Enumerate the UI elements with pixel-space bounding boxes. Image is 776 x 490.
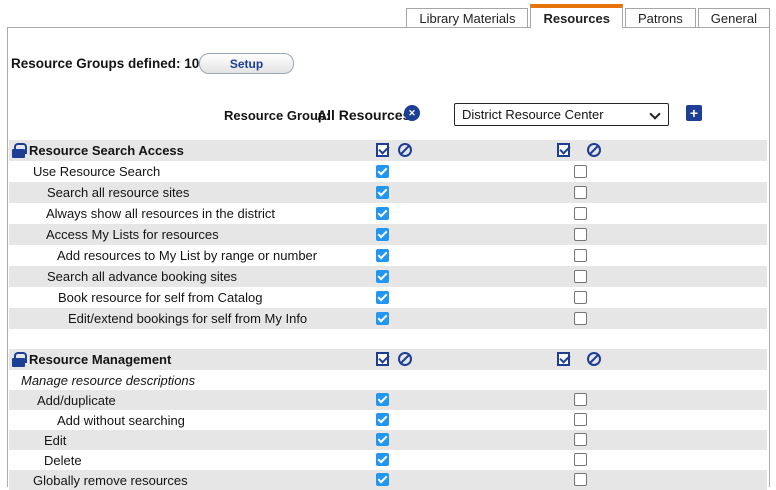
select-none-icon[interactable] bbox=[587, 352, 601, 366]
permission-label: Use Resource Search bbox=[33, 164, 160, 179]
permission-label: Delete bbox=[44, 453, 82, 468]
district-resource-center-checkbox[interactable] bbox=[574, 291, 587, 304]
all-resources-checkbox[interactable] bbox=[376, 413, 389, 426]
permission-row: Edit/extend bookings for self from My In… bbox=[9, 308, 767, 329]
permission-row: Use Resource Search bbox=[9, 161, 767, 182]
resource-group-dropdown[interactable]: District Resource Center bbox=[454, 103, 669, 126]
district-resource-center-checkbox[interactable] bbox=[574, 165, 587, 178]
section-header: Resource Search Access bbox=[9, 140, 767, 161]
lock-icon bbox=[12, 352, 25, 367]
permission-row: Add without searching bbox=[9, 410, 767, 430]
all-resources-checkbox[interactable] bbox=[376, 186, 389, 199]
section-title: Resource Search Access bbox=[29, 143, 184, 158]
tab-general[interactable]: General bbox=[698, 8, 770, 27]
all-resources-checkbox[interactable] bbox=[376, 312, 389, 325]
resource-group-label: Resource Group: bbox=[224, 108, 330, 123]
all-resources-checkbox[interactable] bbox=[376, 433, 389, 446]
district-resource-center-checkbox[interactable] bbox=[574, 207, 587, 220]
lock-icon bbox=[12, 143, 25, 158]
plus-button[interactable]: + bbox=[686, 105, 702, 121]
select-all-icon[interactable] bbox=[557, 352, 570, 366]
district-resource-center-checkbox[interactable] bbox=[574, 413, 587, 426]
setup-button[interactable]: Setup bbox=[199, 53, 294, 74]
resource-groups-defined-text: Resource Groups defined: bbox=[11, 56, 181, 71]
select-all-icon[interactable] bbox=[376, 352, 389, 366]
permission-label: Edit/extend bookings for self from My In… bbox=[68, 311, 307, 326]
select-all-icon[interactable] bbox=[557, 143, 570, 157]
permissions-section: Resource Management Manage resource descr… bbox=[9, 349, 767, 490]
permission-label: Manage resource descriptions bbox=[21, 373, 195, 388]
all-resources-checkbox[interactable] bbox=[376, 249, 389, 262]
permission-row: Add/duplicate bbox=[9, 390, 767, 410]
remove-circle-icon[interactable]: ✕ bbox=[404, 105, 420, 121]
select-none-icon[interactable] bbox=[398, 352, 412, 366]
permission-row: Search all resource sites bbox=[9, 182, 767, 203]
permission-row: Edit bbox=[9, 430, 767, 450]
all-resources-checkbox[interactable] bbox=[376, 165, 389, 178]
district-resource-center-checkbox[interactable] bbox=[574, 473, 587, 486]
permission-row: Globally remove resources bbox=[9, 470, 767, 490]
district-resource-center-checkbox[interactable] bbox=[574, 228, 587, 241]
district-resource-center-checkbox[interactable] bbox=[574, 249, 587, 262]
section-header: Resource Management bbox=[9, 349, 767, 370]
all-resources-checkbox[interactable] bbox=[376, 473, 389, 486]
permission-row: Manage resource descriptions bbox=[9, 370, 767, 390]
district-resource-center-checkbox[interactable] bbox=[574, 186, 587, 199]
permissions-section: Resource Search Access Use Resource Searc… bbox=[9, 140, 767, 329]
permission-label: Always show all resources in the distric… bbox=[46, 206, 275, 221]
permission-row: Always show all resources in the distric… bbox=[9, 203, 767, 224]
select-none-icon[interactable] bbox=[587, 143, 601, 157]
permission-label: Search all advance booking sites bbox=[47, 269, 237, 284]
all-resources-checkbox[interactable] bbox=[376, 393, 389, 406]
all-resources-checkbox[interactable] bbox=[376, 453, 389, 466]
permission-label: Search all resource sites bbox=[47, 185, 189, 200]
district-resource-center-checkbox[interactable] bbox=[574, 270, 587, 283]
permission-row: Search all advance booking sites bbox=[9, 266, 767, 287]
all-resources-checkbox[interactable] bbox=[376, 291, 389, 304]
tab-bar: Library MaterialsResourcesPatronsGeneral bbox=[406, 3, 770, 27]
permission-row: Add resources to My List by range or num… bbox=[9, 245, 767, 266]
tab-resources[interactable]: Resources bbox=[530, 4, 622, 28]
section-title: Resource Management bbox=[29, 352, 171, 367]
resource-groups-defined-label: Resource Groups defined: 10 bbox=[11, 56, 199, 71]
tab-library-materials[interactable]: Library Materials bbox=[406, 8, 528, 27]
permission-label: Access My Lists for resources bbox=[46, 227, 219, 242]
select-all-icon[interactable] bbox=[376, 143, 389, 157]
select-none-icon[interactable] bbox=[398, 143, 412, 157]
permissions-table: Resource Search Access Use Resource Searc… bbox=[9, 140, 767, 490]
tab-patrons[interactable]: Patrons bbox=[625, 8, 696, 27]
resource-group-selected-value: All Resources bbox=[317, 107, 410, 123]
permission-label: Edit bbox=[44, 433, 66, 448]
permission-row: Book resource for self from Catalog bbox=[9, 287, 767, 308]
district-resource-center-checkbox[interactable] bbox=[574, 433, 587, 446]
resource-groups-defined-count: 10 bbox=[184, 56, 199, 71]
all-resources-checkbox[interactable] bbox=[376, 207, 389, 220]
chevron-down-icon bbox=[649, 108, 660, 119]
district-resource-center-checkbox[interactable] bbox=[574, 453, 587, 466]
resource-group-dropdown-value: District Resource Center bbox=[462, 107, 604, 122]
permission-row: Delete bbox=[9, 450, 767, 470]
permission-label: Add resources to My List by range or num… bbox=[57, 248, 317, 263]
permission-row: Access My Lists for resources bbox=[9, 224, 767, 245]
district-resource-center-checkbox[interactable] bbox=[574, 393, 587, 406]
resources-permissions-panel: Resource Groups defined: 10 Setup Resour… bbox=[7, 27, 770, 487]
permission-label: Add/duplicate bbox=[37, 393, 116, 408]
all-resources-checkbox[interactable] bbox=[376, 270, 389, 283]
permission-label: Globally remove resources bbox=[33, 473, 188, 488]
district-resource-center-checkbox[interactable] bbox=[574, 312, 587, 325]
all-resources-checkbox[interactable] bbox=[376, 228, 389, 241]
permission-label: Book resource for self from Catalog bbox=[58, 290, 262, 305]
permission-label: Add without searching bbox=[57, 413, 185, 428]
resource-group-row: Resource Group: All Resources ✕ District… bbox=[8, 101, 769, 129]
